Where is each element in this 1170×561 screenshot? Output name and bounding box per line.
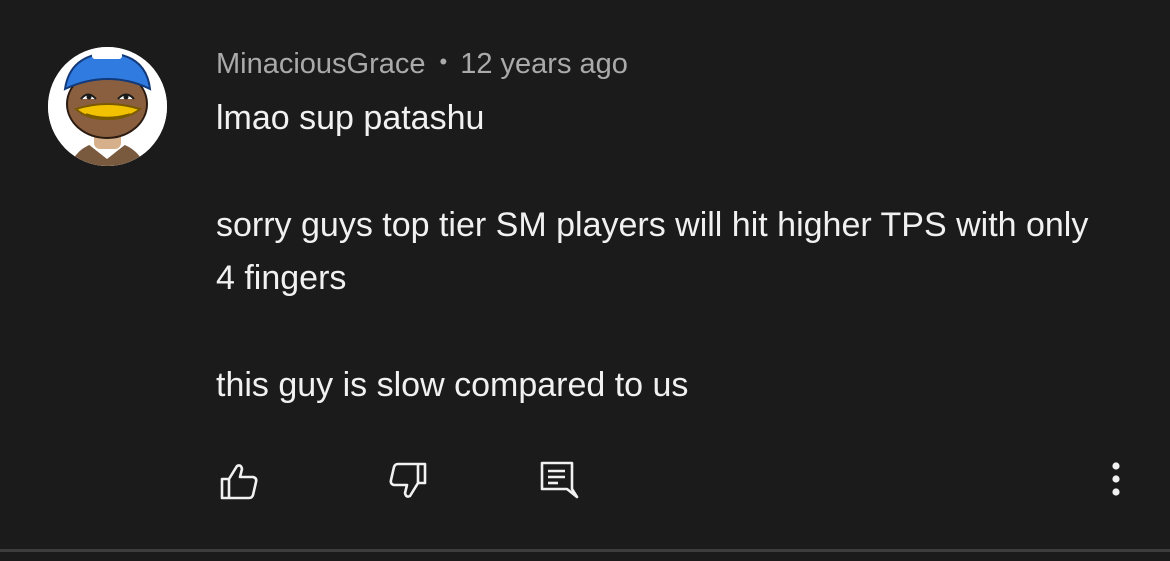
thumbs-up-icon: [220, 464, 258, 500]
author-name[interactable]: MinaciousGrace: [216, 48, 426, 81]
duck-avatar-icon: [48, 47, 167, 166]
comment-paragraph: lmao sup patashu: [216, 99, 485, 137]
comment-paragraph: this guy is slow compared to us: [216, 366, 689, 404]
reply-comment-icon: [540, 461, 579, 499]
comment-header: MinaciousGrace • 12 years ago: [216, 44, 628, 84]
comment-paragraph: sorry guys top tier SM players will hit …: [216, 206, 1089, 297]
more-options-button[interactable]: [1096, 459, 1136, 503]
reply-button[interactable]: [536, 459, 580, 503]
divider: [0, 549, 1170, 552]
avatar[interactable]: [48, 47, 167, 166]
more-vertical-icon: [1112, 462, 1120, 496]
comment-timestamp[interactable]: 12 years ago: [460, 48, 628, 81]
thumbs-down-icon: [389, 462, 427, 498]
comment-card: MinaciousGrace • 12 years ago lmao sup p…: [0, 0, 1170, 561]
meta-separator: •: [439, 49, 448, 74]
dislike-button[interactable]: [386, 459, 430, 503]
comment-text: lmao sup patashu sorry guys top tier SM …: [216, 92, 1096, 412]
like-button[interactable]: [217, 459, 261, 503]
